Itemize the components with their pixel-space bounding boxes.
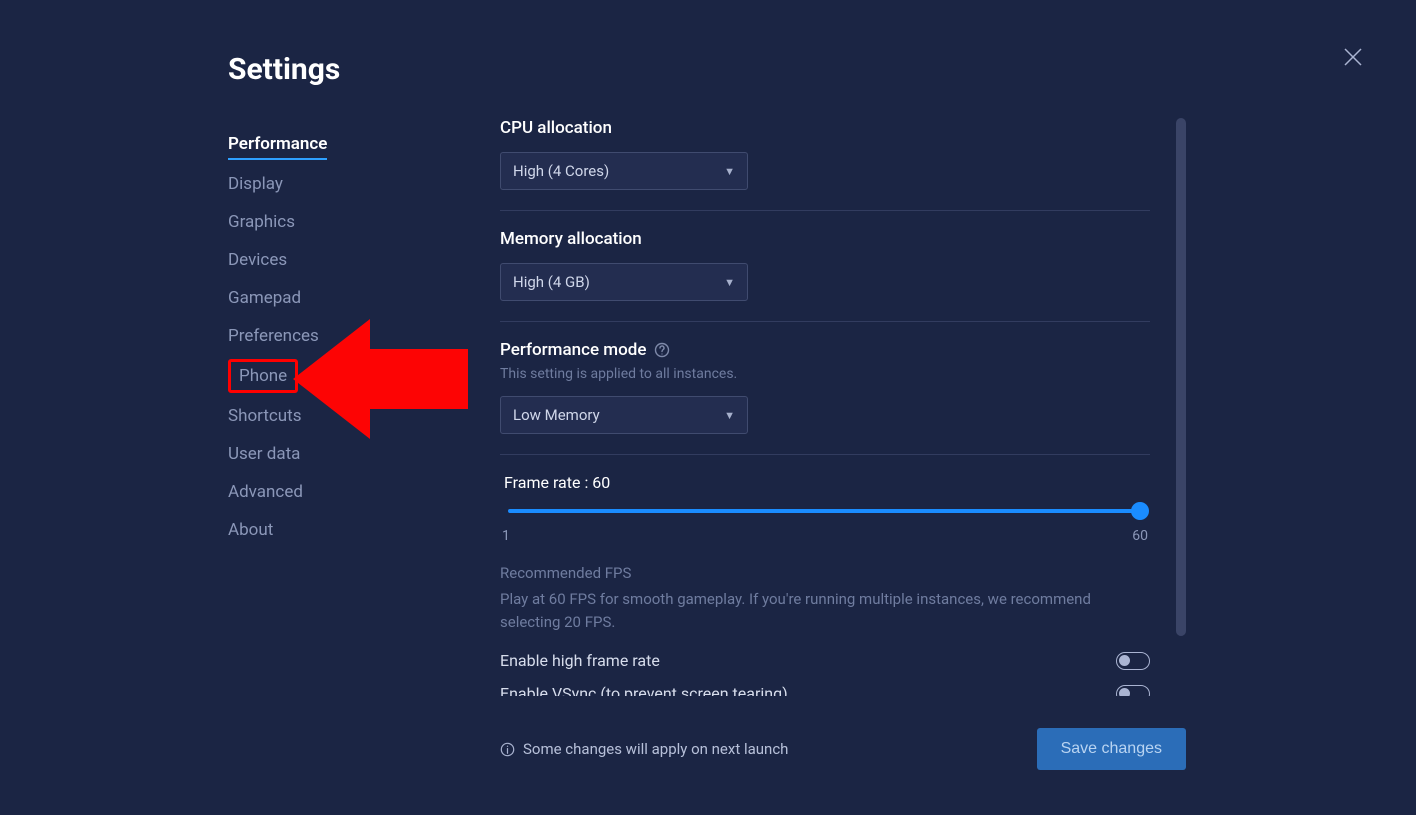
sidebar-item-user-data[interactable]: User data <box>228 435 300 473</box>
perf-mode-value: Low Memory <box>513 406 600 424</box>
frame-rate-label: Frame rate : <box>504 473 592 492</box>
scrollbar[interactable] <box>1176 118 1186 636</box>
sidebar-item-display[interactable]: Display <box>228 165 283 203</box>
save-changes-button[interactable]: Save changes <box>1037 728 1186 770</box>
enable-vsync-toggle[interactable] <box>1116 685 1150 697</box>
info-icon <box>500 742 515 757</box>
cpu-select-value: High (4 Cores) <box>513 162 609 180</box>
frame-rate-section: Frame rate : 60 1 60 Recommended FPS Pla… <box>500 473 1150 696</box>
cpu-section: CPU allocation High (4 Cores) ▼ <box>500 118 1150 211</box>
memory-select[interactable]: High (4 GB) ▼ <box>500 263 748 301</box>
frame-rate-slider[interactable] <box>508 504 1142 518</box>
sidebar-item-advanced[interactable]: Advanced <box>228 473 303 511</box>
sidebar-item-gamepad[interactable]: Gamepad <box>228 279 301 317</box>
cpu-title: CPU allocation <box>500 118 1150 138</box>
sidebar-item-preferences[interactable]: Preferences <box>228 317 319 355</box>
slider-thumb[interactable] <box>1131 502 1149 520</box>
help-icon[interactable] <box>654 342 670 358</box>
toggle-knob <box>1119 655 1130 666</box>
enable-high-fps-toggle[interactable] <box>1116 652 1150 670</box>
sidebar-item-graphics[interactable]: Graphics <box>228 203 295 241</box>
performance-mode-section: Performance mode This setting is applied… <box>500 340 1150 455</box>
sidebar-item-performance[interactable]: Performance <box>228 125 327 160</box>
perf-mode-title: Performance mode <box>500 340 646 360</box>
frame-rate-value: 60 <box>592 473 610 492</box>
chevron-down-icon: ▼ <box>724 165 735 178</box>
slider-min: 1 <box>502 528 510 544</box>
chevron-down-icon: ▼ <box>724 409 735 422</box>
page-title: Settings <box>228 52 340 87</box>
recommended-fps-title: Recommended FPS <box>500 564 1150 582</box>
settings-content: CPU allocation High (4 Cores) ▼ Memory a… <box>500 118 1150 696</box>
cpu-select[interactable]: High (4 Cores) ▼ <box>500 152 748 190</box>
toggle-knob <box>1119 688 1130 697</box>
close-button[interactable] <box>1342 46 1370 74</box>
footer-note: Some changes will apply on next launch <box>523 740 788 758</box>
sidebar: Performance Display Graphics Devices Gam… <box>228 125 428 549</box>
enable-vsync-label: Enable VSync (to prevent screen tearing) <box>500 684 788 696</box>
slider-max: 60 <box>1132 528 1148 544</box>
perf-mode-sub: This setting is applied to all instances… <box>500 366 1150 382</box>
memory-title: Memory allocation <box>500 229 1150 249</box>
sidebar-item-phone[interactable]: Phone <box>228 359 298 393</box>
recommended-fps-text: Play at 60 FPS for smooth gameplay. If y… <box>500 588 1120 633</box>
close-icon <box>1342 46 1364 68</box>
memory-select-value: High (4 GB) <box>513 273 590 291</box>
slider-track <box>508 509 1142 513</box>
chevron-down-icon: ▼ <box>724 276 735 289</box>
perf-mode-select[interactable]: Low Memory ▼ <box>500 396 748 434</box>
memory-section: Memory allocation High (4 GB) ▼ <box>500 229 1150 322</box>
enable-high-fps-label: Enable high frame rate <box>500 651 660 670</box>
sidebar-item-about[interactable]: About <box>228 511 273 549</box>
sidebar-item-shortcuts[interactable]: Shortcuts <box>228 397 302 435</box>
sidebar-item-devices[interactable]: Devices <box>228 241 287 279</box>
